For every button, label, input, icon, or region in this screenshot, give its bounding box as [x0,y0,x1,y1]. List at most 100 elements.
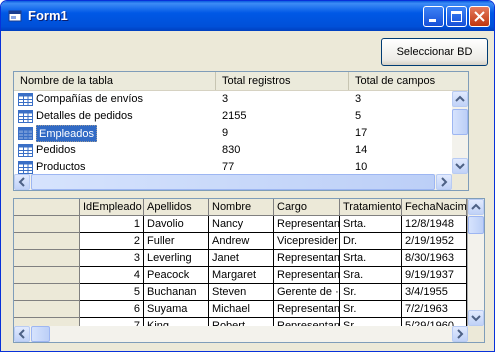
grid-cell-fecha-nacim[interactable]: 9/19/1937 [402,267,467,284]
grid-cell-tratamiento[interactable]: Dr. [340,233,402,250]
scroll-thumb[interactable] [468,216,484,234]
grid-cell-id-empleado[interactable]: 4 [80,267,144,284]
scroll-down-button[interactable] [452,158,468,174]
grid-horizontal-scrollbar[interactable] [14,326,468,342]
table-name-cell[interactable]: Pedidos [36,142,76,159]
scroll-right-button[interactable] [436,174,452,190]
total-fields-cell: 17 [355,127,368,139]
scroll-thumb[interactable] [31,326,50,342]
table-name-cell[interactable]: Empleados [36,125,98,142]
grid-column-header-row-selector[interactable] [14,199,80,216]
table-icon [18,127,33,140]
total-records-cell: 3 [222,93,229,105]
grid-cell-nombre[interactable]: Steven [209,284,274,301]
grid-cell-nombre[interactable]: Michael [209,301,274,318]
scroll-left-button[interactable] [14,326,30,342]
grid-row-selector[interactable] [14,250,80,267]
grid-cell-nombre[interactable]: Nancy [209,216,274,233]
scroll-left-button[interactable] [14,174,30,190]
column-header-table-name[interactable]: Nombre de la tabla [14,72,216,90]
grid-column-header-apellidos[interactable]: Apellidos [144,199,209,216]
scroll-right-button[interactable] [452,326,468,342]
grid-row-selector[interactable] [14,267,80,284]
grid-cell-apellidos[interactable]: Buchanan [144,284,209,301]
minimize-icon [429,19,436,22]
title-bar[interactable]: Form1 [1,1,494,31]
total-records-cell: 830 [222,144,241,156]
grid-cell-fecha-nacim[interactable]: 2/19/1952 [402,233,467,250]
grid-cell-id-empleado[interactable]: 6 [80,301,144,318]
grid-cell-apellidos[interactable]: Leverling [144,250,209,267]
list-item[interactable]: Pedidos 830 14 [14,142,468,159]
minimize-button[interactable] [423,6,444,27]
grid-cell-cargo[interactable]: Representan [274,267,340,284]
grid-row-selector[interactable] [14,216,80,233]
grid-column-header-fecha-nacim[interactable]: FechaNacim [402,199,467,216]
scroll-down-button[interactable] [468,310,484,326]
grid-cell-fecha-nacim[interactable]: 7/2/1963 [402,301,467,318]
grid-cell-tratamiento[interactable]: Sra. [340,267,402,284]
grid-cell-id-empleado[interactable]: 2 [80,233,144,250]
chevron-up-icon [471,203,481,210]
chevron-left-icon [18,329,25,339]
grid-row-selector[interactable] [14,301,80,318]
grid-column-header-tratamiento[interactable]: Tratamiento [340,199,402,216]
listview-horizontal-scrollbar[interactable] [14,174,452,190]
grid-row-selector[interactable] [14,284,80,301]
column-header-total-fields[interactable]: Total de campos [349,72,468,90]
grid-cell-tratamiento[interactable]: Srta. [340,250,402,267]
table-name-cell[interactable]: Compañías de envíos [36,91,143,108]
column-header-total-records[interactable]: Total registros [216,72,349,90]
grid-cell-apellidos[interactable]: Suyama [144,301,209,318]
grid-cell-fecha-nacim[interactable]: 8/30/1963 [402,250,467,267]
grid-cell-id-empleado[interactable]: 1 [80,216,144,233]
app-icon[interactable] [8,9,22,23]
scroll-thumb[interactable] [31,174,435,190]
scrollbar-corner [452,174,468,190]
chevron-left-icon [18,177,25,187]
list-item[interactable]: Empleados 9 17 [14,125,468,142]
table-icon [18,110,33,123]
grid-cell-cargo[interactable]: Vicepresider [274,233,340,250]
listview-header: Nombre de la tabla Total registros Total… [14,72,468,91]
table-name-cell[interactable]: Detalles de pedidos [36,108,133,125]
listview-vertical-scrollbar[interactable] [452,91,468,174]
grid-vertical-scrollbar[interactable] [468,199,484,326]
data-grid[interactable]: IdEmpleado Apellidos Nombre Cargo Tratamient… [13,198,485,343]
grid-cell-nombre[interactable]: Andrew [209,233,274,250]
total-fields-cell: 14 [355,144,368,156]
table-icon [18,161,33,174]
grid-cell-id-empleado[interactable]: 5 [80,284,144,301]
grid-cell-apellidos[interactable]: Davolio [144,216,209,233]
grid-cell-cargo[interactable]: Representan [274,250,340,267]
grid-cell-tratamiento[interactable]: Sr. [340,284,402,301]
grid-column-header-cargo[interactable]: Cargo [274,199,340,216]
grid-cell-cargo[interactable]: Representan [274,301,340,318]
list-item[interactable]: Compañías de envíos 3 3 [14,91,468,108]
grid-cell-nombre[interactable]: Margaret [209,267,274,284]
list-item[interactable]: Detalles de pedidos 2155 5 [14,108,468,125]
grid-cell-apellidos[interactable]: Fuller [144,233,209,250]
grid-cell-tratamiento[interactable]: Sr. [340,301,402,318]
maximize-icon [451,11,462,22]
grid-cell-tratamiento[interactable]: Srta. [340,216,402,233]
scroll-up-button[interactable] [452,91,468,107]
total-records-cell: 9 [222,127,229,139]
grid-cell-fecha-nacim[interactable]: 12/8/1948 [402,216,467,233]
grid-cell-id-empleado[interactable]: 3 [80,250,144,267]
grid-column-header-id-empleado[interactable]: IdEmpleado [80,199,144,216]
chevron-up-icon [455,95,465,102]
grid-column-header-nombre[interactable]: Nombre [209,199,274,216]
select-db-button[interactable]: Seleccionar BD [381,38,488,66]
scroll-thumb[interactable] [452,109,468,135]
grid-row-selector[interactable] [14,233,80,250]
maximize-button[interactable] [446,6,467,27]
grid-cell-fecha-nacim[interactable]: 3/4/1955 [402,284,467,301]
scroll-up-button[interactable] [468,199,484,215]
grid-cell-cargo[interactable]: Representan [274,216,340,233]
tables-listview[interactable]: Nombre de la tabla Total registros Total… [13,71,469,191]
grid-cell-apellidos[interactable]: Peacock [144,267,209,284]
grid-cell-nombre[interactable]: Janet [209,250,274,267]
close-button[interactable] [469,6,490,27]
grid-cell-cargo[interactable]: Gerente de · [274,284,340,301]
